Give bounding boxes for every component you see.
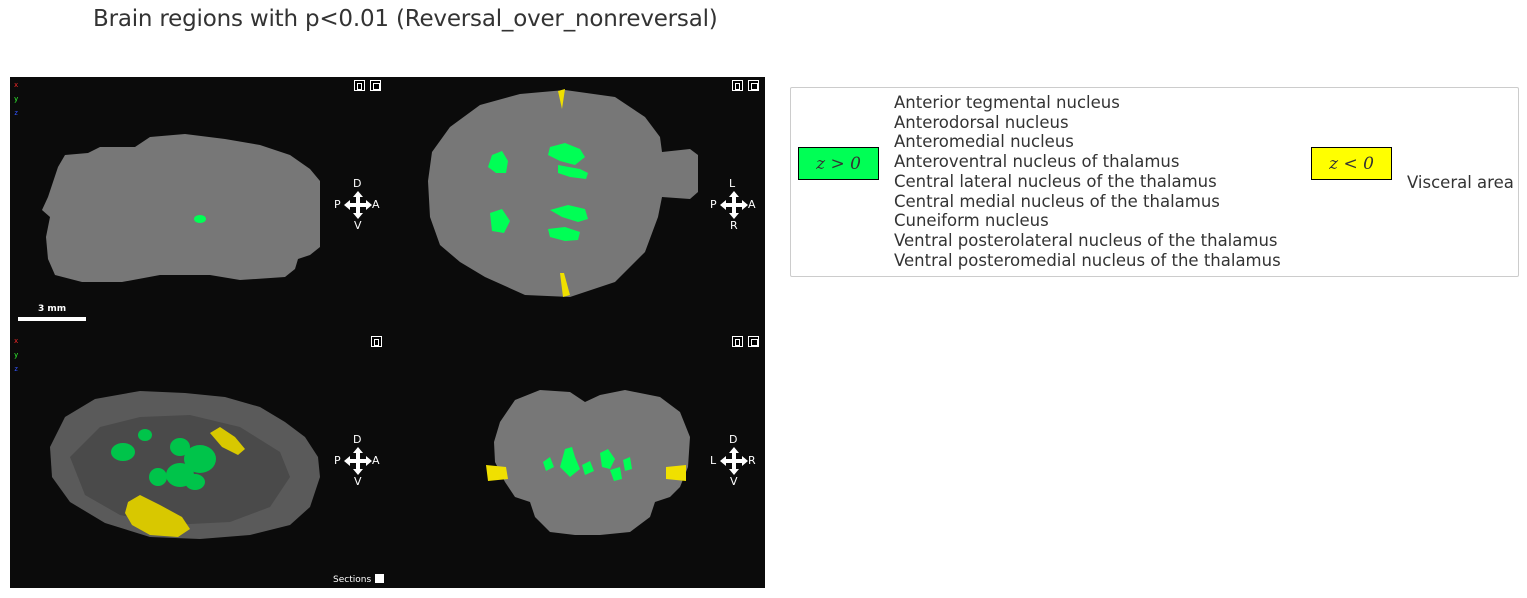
dorsal-label: D — [353, 177, 362, 190]
four-way-arrow-icon — [344, 447, 372, 475]
figure-title: Brain regions with p<0.01 (Reversal_over… — [93, 6, 718, 32]
positive-region-list: Anterior tegmental nucleus Anterodorsal … — [894, 93, 1281, 270]
split-view-button[interactable] — [370, 80, 381, 91]
left-label: L — [710, 454, 717, 467]
list-item: Cuneiform nucleus — [894, 211, 1049, 231]
positive-z-swatch: z > 0 — [798, 147, 879, 180]
four-way-arrow-icon — [720, 447, 748, 475]
brain-viewer[interactable]: x y z x y z D P A V L P A R D P A V D L … — [10, 77, 765, 588]
posterior-label: P — [710, 198, 717, 211]
sections-checkbox[interactable] — [375, 574, 384, 583]
scale-bar — [18, 317, 86, 321]
sections-label: Sections — [333, 575, 372, 585]
brain-slices — [18, 89, 698, 539]
maximize-view-button[interactable] — [371, 336, 382, 347]
left-label: L — [729, 177, 736, 190]
negative-region-list: Visceral area — [1407, 173, 1514, 193]
x-axis-marker: x — [14, 337, 19, 345]
coronal-slice — [486, 390, 690, 535]
anterior-label: A — [748, 198, 756, 211]
sagittal-orientation-compass: D P A V — [334, 178, 384, 234]
x-axis-marker: x — [14, 81, 19, 89]
list-item: Anterodorsal nucleus — [894, 112, 1069, 132]
dorsal-label: D — [353, 433, 362, 446]
ventral-label: V — [354, 219, 362, 232]
scale-bar-label: 3 mm — [38, 304, 67, 314]
z-axis-marker: z — [14, 109, 19, 117]
list-item: Central lateral nucleus of the thalamus — [894, 171, 1217, 191]
split-view-button[interactable] — [748, 336, 759, 347]
list-item: Ventral posteromedial nucleus of the tha… — [894, 250, 1281, 270]
anterior-label: A — [372, 454, 380, 467]
ventral-label: V — [730, 475, 738, 488]
posterior-label: P — [334, 198, 341, 211]
3d-render — [50, 391, 320, 539]
list-item: Ventral posterolateral nucleus of the th… — [894, 230, 1278, 250]
list-item: Visceral area — [1407, 173, 1514, 192]
sagittal-slice — [42, 134, 320, 282]
z-axis-marker: z — [14, 365, 19, 373]
posterior-label: P — [334, 454, 341, 467]
axial-orientation-compass: L P A R — [710, 178, 760, 234]
region-legend: z > 0 Anterior tegmental nucleus Anterod… — [790, 87, 1519, 277]
four-way-arrow-icon — [344, 191, 372, 219]
maximize-view-button[interactable] — [354, 80, 365, 91]
four-way-arrow-icon — [720, 191, 748, 219]
y-axis-marker: y — [14, 95, 19, 103]
right-label: R — [730, 219, 738, 232]
list-item: Anterior tegmental nucleus — [894, 93, 1120, 112]
3d-orientation-compass: D P A V — [334, 434, 384, 490]
ventral-label: V — [354, 475, 362, 488]
negative-z-swatch: z < 0 — [1311, 147, 1392, 180]
axial-slice — [428, 89, 698, 297]
coronal-orientation-compass: D L R V — [710, 434, 760, 490]
split-view-button[interactable] — [748, 80, 759, 91]
dorsal-label: D — [729, 433, 738, 446]
maximize-view-button[interactable] — [732, 80, 743, 91]
list-item: Anteromedial nucleus — [894, 132, 1074, 152]
y-axis-marker: y — [14, 351, 19, 359]
anterior-label: A — [372, 198, 380, 211]
right-label: R — [748, 454, 756, 467]
list-item: Anteroventral nucleus of thalamus — [894, 152, 1180, 172]
maximize-view-button[interactable] — [732, 336, 743, 347]
list-item: Central medial nucleus of the thalamus — [894, 191, 1220, 211]
